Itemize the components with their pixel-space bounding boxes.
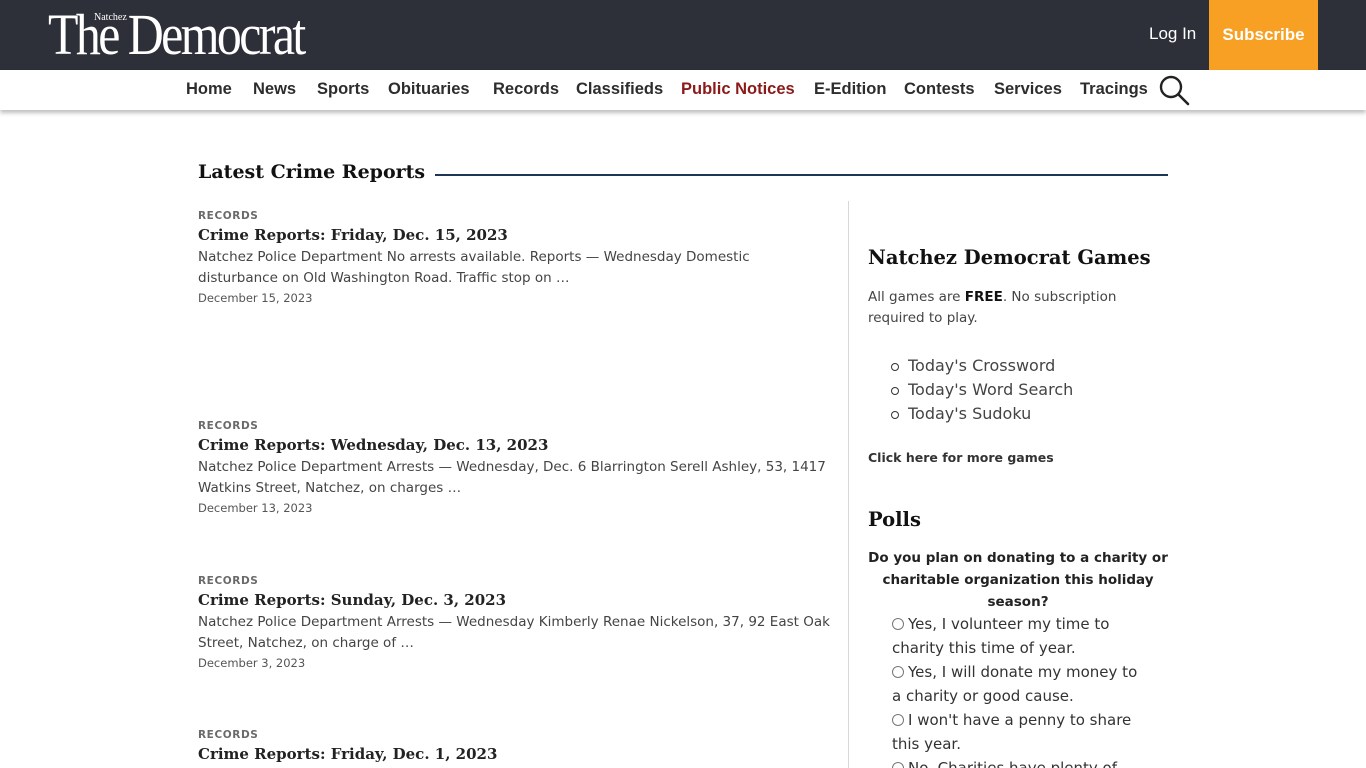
nav-item-sports[interactable]: Sports — [317, 80, 369, 99]
article-category[interactable]: RECORDS — [198, 575, 833, 589]
poll-option-label: Yes, I volunteer my time to charity this… — [892, 615, 1110, 657]
article-category[interactable]: RECORDS — [198, 420, 833, 434]
nav-item-news[interactable]: News — [253, 80, 296, 99]
poll-option[interactable]: I won't have a penny to share this year. — [892, 708, 1142, 756]
poll-option[interactable]: No. Charities have plenty of — [892, 756, 1142, 768]
article-title[interactable]: Crime Reports: Sunday, Dec. 3, 2023 — [198, 591, 833, 612]
games-list: Today's Crossword Today's Word Search To… — [888, 354, 1073, 426]
polls-title: Polls — [868, 508, 921, 531]
site-logo[interactable]: The Democrat Natchez — [48, 2, 318, 67]
article-title[interactable]: Crime Reports: Friday, Dec. 15, 2023 — [198, 226, 833, 247]
poll-option-label: No. Charities have plenty of — [908, 759, 1118, 768]
subscribe-button[interactable]: Subscribe — [1209, 0, 1318, 70]
article-date: December 13, 2023 — [198, 501, 313, 515]
game-link-sudoku[interactable]: Today's Sudoku — [888, 402, 1073, 426]
article-date: December 15, 2023 — [198, 291, 313, 305]
site-header: The Democrat Natchez Log In Subscribe — [0, 0, 1366, 70]
main-nav: Home News Sports Obituaries Records Clas… — [0, 70, 1366, 110]
article-item: RECORDS Crime Reports: Wednesday, Dec. 1… — [198, 420, 833, 517]
poll-option[interactable]: Yes, I will donate my money to a charity… — [892, 660, 1142, 708]
poll-radio[interactable] — [892, 762, 904, 768]
article-item: RECORDS Crime Reports: Sunday, Dec. 3, 2… — [198, 575, 833, 672]
article-category[interactable]: RECORDS — [198, 210, 833, 224]
games-desc-prefix: All games are — [868, 289, 965, 305]
poll-option[interactable]: Yes, I volunteer my time to charity this… — [892, 612, 1142, 660]
nav-item-obituaries[interactable]: Obituaries — [388, 80, 470, 99]
login-link[interactable]: Log In — [1149, 24, 1196, 44]
nav-item-home[interactable]: Home — [186, 80, 232, 99]
games-title: Natchez Democrat Games — [868, 246, 1151, 269]
nav-item-tracings[interactable]: Tracings — [1080, 80, 1148, 99]
poll-radio[interactable] — [892, 714, 904, 726]
poll-question: Do you plan on donating to a charity or … — [868, 550, 1168, 610]
article-excerpt: Natchez Police Department Arrests — Wedn… — [198, 459, 826, 496]
nav-item-e-edition[interactable]: E-Edition — [814, 80, 886, 99]
nav-item-services[interactable]: Services — [994, 80, 1062, 99]
game-link-word-search[interactable]: Today's Word Search — [888, 378, 1073, 402]
poll-radio[interactable] — [892, 618, 904, 630]
section-title: Latest Crime Reports — [198, 161, 436, 183]
article-item: RECORDS Crime Reports: Friday, Dec. 15, … — [198, 210, 833, 307]
games-desc-free: FREE — [964, 289, 1003, 305]
poll-option-label: Yes, I will donate my money to a charity… — [892, 663, 1138, 705]
article-title[interactable]: Crime Reports: Wednesday, Dec. 13, 2023 — [198, 436, 833, 457]
article-excerpt: Natchez Police Department No arrests ava… — [198, 249, 750, 286]
article-title[interactable]: Crime Reports: Friday, Dec. 1, 2023 — [198, 745, 833, 766]
poll-radio[interactable] — [892, 666, 904, 678]
article-excerpt: Natchez Police Department Arrests — Wedn… — [198, 614, 830, 651]
logo-small-text: Natchez — [94, 12, 127, 23]
article-date: December 3, 2023 — [198, 656, 306, 670]
nav-item-public-notices[interactable]: Public Notices — [681, 80, 795, 99]
article-category[interactable]: RECORDS — [198, 729, 833, 743]
column-divider — [848, 201, 849, 768]
article-item: RECORDS Crime Reports: Friday, Dec. 1, 2… — [198, 729, 833, 766]
search-icon[interactable] — [1158, 74, 1190, 106]
nav-item-contests[interactable]: Contests — [904, 80, 975, 99]
logo-wordmark: The Democrat — [48, 2, 306, 67]
poll-option-label: I won't have a penny to share this year. — [892, 711, 1132, 753]
nav-item-classifieds[interactable]: Classifieds — [576, 80, 663, 99]
game-link-crossword[interactable]: Today's Crossword — [888, 354, 1073, 378]
section-header: Latest Crime Reports — [198, 160, 1168, 188]
nav-item-records[interactable]: Records — [493, 80, 559, 99]
games-description: All games are FREE. No subscription requ… — [868, 287, 1138, 329]
more-games-link[interactable]: Click here for more games — [868, 450, 1054, 465]
